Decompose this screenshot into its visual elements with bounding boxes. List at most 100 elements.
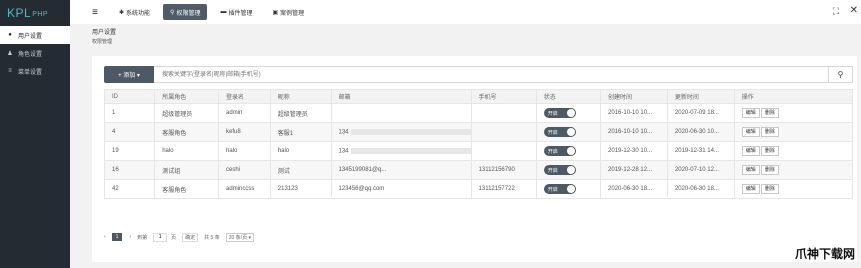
status-toggle[interactable]: 开启: [543, 184, 576, 194]
close-icon[interactable]: ✕: [850, 5, 858, 16]
delete-button[interactable]: 删除: [760, 127, 779, 137]
column-header[interactable]: 创建时间: [600, 89, 668, 104]
total-count: 共 5 条: [204, 234, 220, 241]
cell-actions: 编辑 删除: [733, 179, 854, 199]
watermark: 爪神下载网: [794, 247, 855, 261]
tab-plugins[interactable]: ▬ 插件管理: [213, 4, 259, 20]
cell-status: 开启: [535, 141, 602, 161]
cell-status: 开启: [535, 103, 602, 123]
status-toggle[interactable]: 开启: [543, 108, 576, 118]
logo-main: KPL: [7, 6, 32, 20]
delete-button[interactable]: 删除: [760, 165, 779, 175]
column-header[interactable]: 登录名: [218, 89, 271, 104]
breadcrumb-sub: 权限管理: [92, 39, 113, 45]
tab-label: 插件管理: [228, 10, 253, 17]
fullscreen-icon[interactable]: ⛶: [833, 6, 839, 17]
gear-icon: ✱: [119, 9, 125, 16]
delete-button[interactable]: 删除: [760, 146, 779, 156]
cell-created: 2016-10-10 10...: [600, 122, 668, 142]
cell-login: halo: [218, 141, 271, 161]
page-number-input[interactable]: [153, 232, 168, 242]
table-row: 42 客服角色 adminccss 213123 123456@qq.com 1…: [103, 179, 854, 199]
cell-email: 134: [330, 122, 472, 142]
cell-actions: 编辑 删除: [733, 103, 854, 123]
cell-status: 开启: [535, 122, 602, 142]
column-header[interactable]: 更新时间: [666, 89, 735, 104]
column-header[interactable]: ID: [103, 89, 156, 104]
cell-phone: [470, 141, 537, 161]
sidebar: KPL PHP ● 用户设置 ♟ 角色设置 ≡ 菜单设置: [0, 0, 70, 268]
tab-label: 案例管理: [280, 10, 305, 17]
column-header[interactable]: 邮箱: [330, 89, 472, 104]
cell-actions: 编辑 删除: [733, 141, 854, 161]
cell-email: 1345199081@q...: [330, 160, 472, 180]
cell-login: adminccss: [218, 179, 271, 199]
cell-email: [330, 103, 472, 123]
table-header-row: ID 所属角色 登录名 昵称 邮箱 手机号 状态 创建时间 更新时间 操作: [103, 89, 854, 104]
sidebar-item-role-settings[interactable]: ♟ 角色设置: [0, 44, 70, 62]
cell-nickname: 超级管理员: [269, 103, 332, 123]
sidebar-item-label: 用户设置: [18, 33, 43, 40]
cell-login: ceshi: [218, 160, 271, 180]
status-toggle[interactable]: 开启: [543, 165, 576, 175]
user-icon: ●: [8, 32, 12, 38]
cell-nickname: 213123: [269, 179, 332, 199]
table-row: 16 测试组 ceshi 测试 1345199081@q... 13112156…: [103, 160, 854, 180]
search-input[interactable]: [154, 66, 829, 83]
column-header[interactable]: 所属角色: [154, 89, 220, 104]
tab-system[interactable]: ✱ 系统功能: [112, 4, 157, 20]
sidebar-item-menu-settings[interactable]: ≡ 菜单设置: [0, 62, 70, 80]
toggle-knob: [566, 147, 575, 155]
redaction-bar: [350, 147, 471, 154]
current-page[interactable]: 1: [111, 233, 123, 241]
sidebar-item-label: 角色设置: [18, 51, 43, 58]
edit-button[interactable]: 编辑: [741, 127, 760, 137]
cell-role: 客服角色: [154, 179, 220, 199]
email-text: 134: [338, 148, 349, 155]
next-page-button[interactable]: ›: [129, 234, 131, 240]
search-icon[interactable]: ⚲: [829, 66, 853, 83]
tab-cases[interactable]: ▣ 案例管理: [265, 4, 311, 20]
cell-status: 开启: [535, 179, 602, 199]
column-header[interactable]: 手机号: [470, 89, 537, 104]
cell-updated: 2020-07-09 18...: [666, 103, 735, 123]
cell-role: 超级管理员: [154, 103, 220, 123]
page-unit-label: 页: [171, 234, 177, 241]
table-row: 4 客服角色 kefu8 客服1 134 开启 2016-10-10 10...…: [103, 122, 854, 142]
delete-button[interactable]: 删除: [760, 108, 779, 118]
cell-created: 2019-12-28 12...: [600, 160, 668, 180]
table-row: 19 halo halo halo 134 开启 2019-12-30 10..…: [103, 141, 854, 161]
edit-button[interactable]: 编辑: [741, 184, 760, 194]
toggle-label: 开启: [547, 186, 558, 193]
main-content: 用户设置 权限管理 + 添加 ▾ ⚲ ID 所属角色 登录名 昵称 邮箱 手机号…: [70, 24, 861, 268]
status-toggle[interactable]: 开启: [543, 146, 576, 156]
edit-button[interactable]: 编辑: [741, 146, 760, 156]
hamburger-menu-icon[interactable]: ≡: [88, 7, 102, 18]
cell-phone: 13112156790: [470, 160, 537, 180]
cell-status: 开启: [535, 160, 602, 180]
confirm-button[interactable]: 确定: [182, 232, 199, 242]
cell-created: 2020-06-30 18...: [600, 179, 668, 199]
edit-button[interactable]: 编辑: [741, 108, 760, 118]
edit-button[interactable]: 编辑: [741, 165, 760, 175]
cell-email: 134: [330, 141, 472, 161]
column-header[interactable]: 昵称: [269, 89, 332, 104]
delete-button[interactable]: 删除: [760, 184, 779, 194]
toggle-label: 开启: [547, 129, 558, 136]
search-toolbar: + 添加 ▾ ⚲: [104, 66, 853, 83]
add-button[interactable]: + 添加 ▾: [104, 66, 154, 83]
cell-updated: 2020-06-30 10...: [666, 122, 735, 142]
page-size-select[interactable]: 20 条/页 ▾: [225, 232, 254, 242]
cell-role: 客服角色: [154, 122, 220, 142]
toggle-label: 开启: [547, 167, 558, 174]
column-header[interactable]: 状态: [535, 89, 602, 104]
cell-actions: 编辑 删除: [733, 160, 854, 180]
cell-id: 4: [103, 122, 156, 142]
users-icon: ♟: [7, 50, 13, 57]
status-toggle[interactable]: 开启: [543, 127, 576, 137]
tab-permissions[interactable]: ⚲ 权限管理: [163, 4, 208, 20]
sidebar-item-user-settings[interactable]: ● 用户设置: [0, 26, 70, 44]
cell-created: 2016-10-10 10...: [600, 103, 668, 123]
toggle-knob: [566, 185, 575, 193]
prev-page-button[interactable]: ‹: [104, 234, 106, 240]
